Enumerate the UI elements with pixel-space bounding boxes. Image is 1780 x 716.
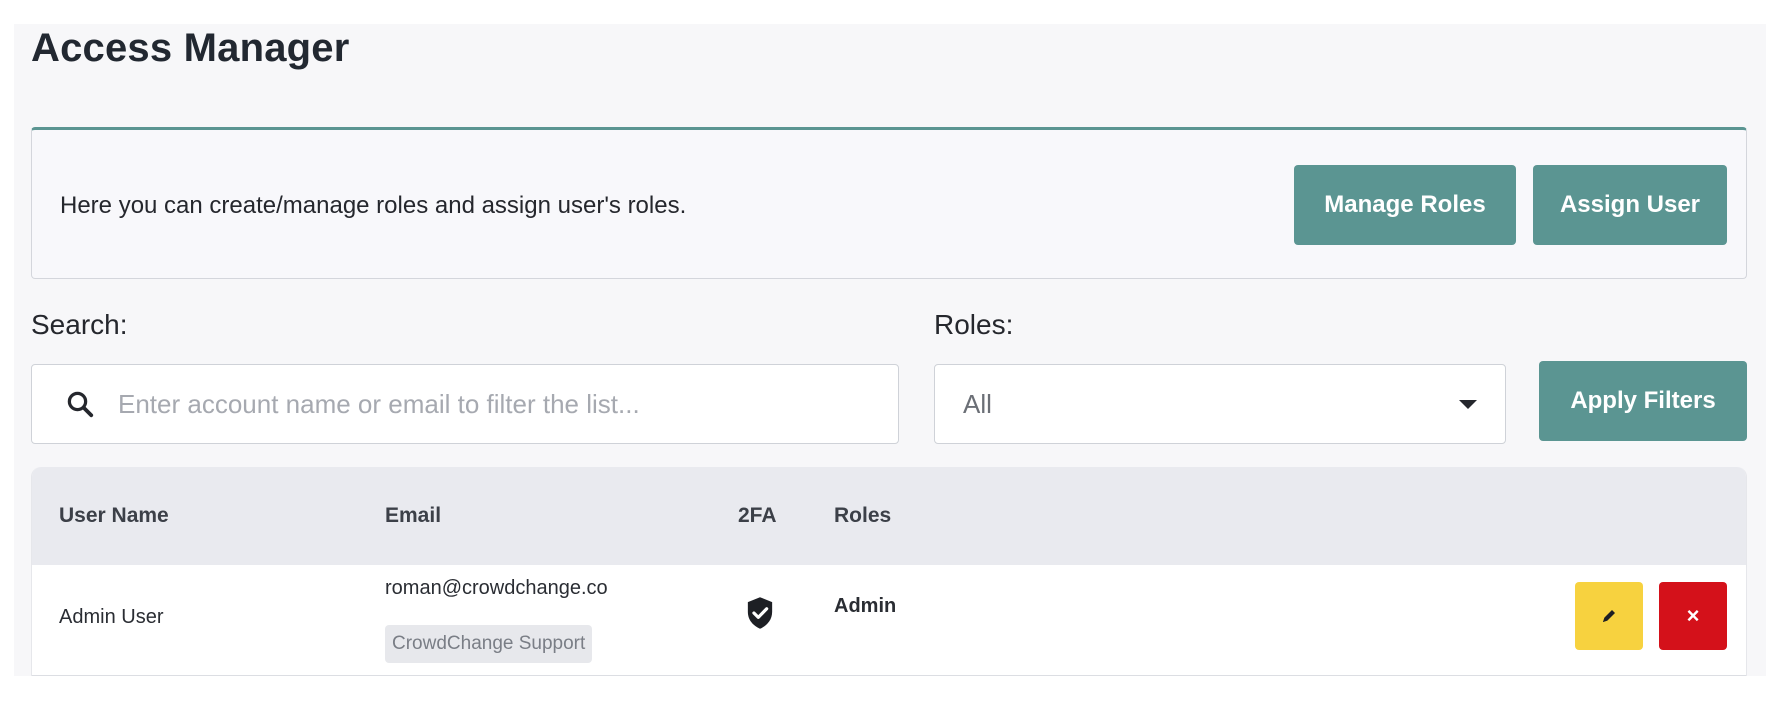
table-header: User Name Email 2FA Roles (32, 467, 1746, 565)
column-header-2fa: 2FA (738, 504, 777, 527)
column-header-roles: Roles (834, 504, 892, 527)
role-cell: Admin (834, 595, 897, 617)
user-name-cell: Admin User (59, 606, 164, 628)
search-icon (62, 386, 98, 422)
column-header-email: Email (385, 504, 442, 527)
table-row: Admin User roman@crowdchange.co CrowdCha… (32, 565, 1746, 676)
search-box[interactable] (31, 364, 899, 444)
users-table: User Name Email 2FA Roles Admin User rom… (31, 467, 1747, 676)
pencil-icon (1603, 610, 1615, 622)
info-description: Here you can create/manage roles and ass… (60, 192, 687, 219)
search-label: Search: (31, 309, 128, 340)
close-icon: × (1686, 603, 1700, 628)
roles-select[interactable]: All (934, 364, 1506, 444)
page-title: Access Manager (31, 26, 350, 70)
roles-selected-value: All (963, 388, 992, 419)
roles-label: Roles: (934, 309, 1014, 340)
column-header-user-name: User Name (59, 504, 169, 527)
info-card: Here you can create/manage roles and ass… (31, 127, 1747, 279)
email-cell: roman@crowdchange.co (385, 577, 608, 599)
search-input[interactable] (116, 387, 860, 421)
delete-user-button[interactable]: × (1659, 582, 1727, 650)
organization-badge: CrowdChange Support (385, 625, 593, 663)
page-canvas: Access Manager Here you can create/manag… (14, 24, 1766, 676)
shield-check-icon (747, 597, 773, 629)
assign-user-button[interactable]: Assign User (1533, 165, 1727, 245)
manage-roles-button[interactable]: Manage Roles (1294, 165, 1516, 245)
edit-user-button[interactable] (1575, 582, 1643, 650)
caret-down-icon (1459, 399, 1477, 409)
apply-filters-button[interactable]: Apply Filters (1539, 361, 1747, 441)
